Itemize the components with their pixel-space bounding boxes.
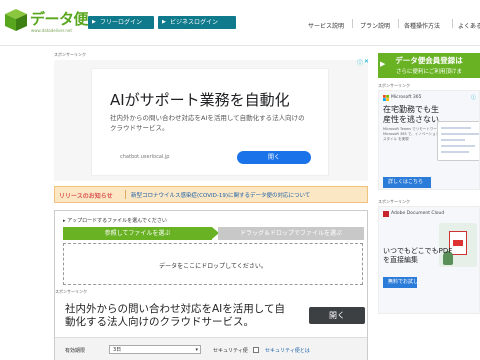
free-login-button[interactable]: ▶ フリーログイン [88,16,154,29]
logo-text: データ便 [30,10,89,28]
main-ad[interactable]: AIがサポート業務を自動化 社内外からの問い合わせ対応をAIを活用して自動化する… [91,68,329,176]
ad-brand: Adobe Document Cloud [391,211,445,216]
notice-bar: リリースのお知らせ 新型コロナウイルス感染症(COVID-19)に関するデータ便… [54,186,368,203]
inline-ad-open-button[interactable]: 開く [309,307,365,324]
security-info-link[interactable]: セキュリティ便とは [265,347,310,354]
sponsor-label: スポンサーリンク [54,52,86,57]
ad-info-icon[interactable]: ⓘ [357,58,363,67]
file-drop-zone[interactable]: データをここにドロップしてください。 [63,243,363,285]
ad-subtext: Microsoft Teams でリモートワーク Microsoft 365 で… [383,127,443,141]
ad-url: chatbot.userlocal.jp [120,154,170,160]
upload-panel: ▸ アップロードするファイルを選んでください 参照してファイルを選ぶ ドラッグ＆… [54,210,368,360]
security-label: セキュリティ便 [213,348,248,354]
ad-description: 社内外からの問い合わせ対応をAIを活用して自動化する法人向けのクラウドサービス。 [110,114,305,132]
upload-hint: ▸ アップロードするファイルを選んでください [63,218,167,224]
microsoft-ad[interactable]: Microsoft 365 ⓘ 在宅勤務でも生産性を逃さない Microsoft… [378,90,480,190]
ad-headline: いつでもどこでもPDFを直接編集 [383,247,453,264]
ad-headline: 在宅勤務でも生産性を逃さない [383,105,439,124]
sponsor-label: スポンサーリンク [55,289,87,294]
nav-divider [398,19,399,28]
nav-divider [452,19,453,28]
nav-plan-description[interactable]: プラン説明 [360,21,390,30]
sponsor-label: スポンサーリンク [378,83,410,88]
adobe-logo-icon [383,211,389,217]
ad-cta-button[interactable]: 詳しくはこちら [383,177,431,188]
nav-divider [352,19,353,28]
free-login-label: フリーログイン [100,19,143,26]
tab-drag-and-drop[interactable]: ドラッグ＆ドロップでファイルを選ぶ [218,227,364,240]
header: データ便 www.datadeliver.net ▶ フリーログイン ▶ ビジネ… [0,0,480,46]
ad-cta-button[interactable]: 無料でお試し [383,277,418,288]
notice-label: リリースのお知らせ [59,193,113,200]
nav-service-description[interactable]: サービス説明 [308,21,344,30]
adobe-ad[interactable]: Adobe Document Cloud いつでもどこでもPDFを直接編集 無料… [378,206,480,314]
cube-logo-icon [5,9,27,31]
security-checkbox[interactable] [253,347,259,353]
notice-divider [125,190,126,199]
ad-title: AIがサポート業務を自動化 [110,91,290,109]
ad-close-icon[interactable]: ✕ [364,58,369,65]
ad-open-button[interactable]: 開く [237,151,311,164]
nav-how-to[interactable]: 各種操作方法 [404,21,440,30]
registration-line1: データ便会員登録は [395,56,463,65]
upload-settings: 有効期限 3日 セキュリティ便 セキュリティ便とは [55,337,367,360]
business-login-button[interactable]: ▶ ビジネスログイン [158,16,236,29]
tab-browse-file[interactable]: 参照してファイルを選ぶ [63,227,219,240]
expiry-select[interactable]: 3日 [109,345,201,354]
logo-url: www.datadeliver.net [31,28,72,33]
sponsor-label: スポンサーリンク [378,199,410,204]
inline-ad-text: 社内外からの問い合わせ対応をAIを活用して自動化する法人向けのクラウドサービス。 [65,303,285,328]
business-login-label: ビジネスログイン [170,19,219,26]
nav-faq[interactable]: よくある [458,21,480,30]
inline-ad[interactable]: 社内外からの問い合わせ対応をAIを活用して自動化する法人向けのクラウドサービス。… [57,297,367,335]
drop-zone-text: データをここにドロップしてください。 [159,263,267,270]
play-arrow-icon: ▶ [92,19,96,25]
expiry-label: 有効期限 [65,348,86,354]
site-logo[interactable]: データ便 www.datadeliver.net [4,6,89,36]
registration-line2: さらに便利にご利用頂けま [396,69,462,75]
ad-brand: Microsoft 365 [391,95,422,100]
notice-link[interactable]: 新型コロナウイルス感染症(COVID-19)に関するデータ便の対応について [131,191,310,199]
registration-banner[interactable]: ▶ データ便会員登録は さらに便利にご利用頂けま [378,53,480,78]
ad-info-icon[interactable]: ⓘ [471,94,476,101]
play-arrow-icon: ▶ [162,19,166,25]
microsoft-logo-icon [383,95,389,101]
laptop-illustration [437,121,479,161]
